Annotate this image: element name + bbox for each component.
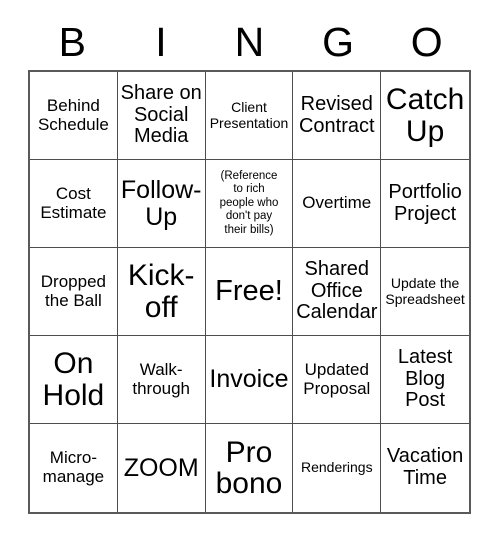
bingo-header-letter-g: G (322, 18, 355, 65)
bingo-cell-label: ZOOM (123, 453, 199, 482)
bingo-cell-label: Pro bono (215, 435, 283, 500)
bingo-cell[interactable]: Catch Up (381, 72, 469, 160)
bingo-cell-label: Revised Contract (298, 92, 375, 137)
bingo-cell[interactable]: Shared Office Calendar (293, 248, 382, 336)
bingo-cell[interactable]: Updated Proposal (293, 336, 382, 424)
bingo-cell[interactable]: Revised Contract (293, 72, 382, 160)
bingo-cell[interactable]: Follow- Up (117, 160, 206, 248)
bingo-cell[interactable]: Invoice (205, 336, 294, 424)
bingo-cell[interactable]: Walk- through (117, 336, 206, 424)
bingo-cell-label: Portfolio Project (388, 180, 462, 225)
bingo-cell-label: Catch Up (385, 83, 465, 148)
bingo-grid: Behind Schedule Share on Social Media Cl… (28, 70, 471, 514)
bingo-cell-label: Latest Blog Post (397, 346, 453, 412)
bingo-cell-label: Kick- off (127, 259, 195, 324)
bingo-cell[interactable]: Vacation Time (381, 424, 469, 512)
bingo-cell[interactable]: (Reference to rich people who don't pay … (205, 160, 294, 248)
bingo-cell-label: Follow- Up (120, 176, 202, 231)
bingo-cell-label: Micro- manage (42, 448, 105, 486)
bingo-cell[interactable]: Kick- off (117, 248, 206, 336)
bingo-cell[interactable]: Overtime (293, 160, 382, 248)
bingo-cell[interactable]: On Hold (30, 336, 118, 424)
bingo-cell-label: Invoice (209, 365, 289, 394)
bingo-cell[interactable]: Update the Spreadsheet (381, 248, 469, 336)
bingo-cell[interactable]: Latest Blog Post (381, 336, 469, 424)
bingo-header-letter-b: B (58, 18, 86, 65)
bingo-cell[interactable]: ZOOM (117, 424, 206, 512)
bingo-cell[interactable]: Client Presentation (205, 72, 294, 160)
bingo-header-letter-i: I (155, 18, 167, 65)
bingo-cell-label: Client Presentation (209, 98, 289, 131)
bingo-cell-label: Walk- through (132, 359, 191, 398)
bingo-cell[interactable]: Dropped the Ball (30, 248, 118, 336)
bingo-cell-label: Vacation Time (386, 445, 464, 489)
bingo-cell-label: Free! (215, 275, 283, 308)
bingo-cell[interactable]: Renderings (293, 424, 382, 512)
bingo-cell-label: Dropped the Ball (40, 271, 106, 310)
bingo-card: B I N G O Behind Schedule Share on Socia… (0, 0, 500, 544)
bingo-cell-label: (Reference to rich people who don't pay … (219, 169, 279, 236)
bingo-cell-label: On Hold (42, 347, 105, 412)
bingo-cell-label: Overtime (302, 193, 372, 213)
bingo-header-letter-n: N (234, 18, 265, 65)
bingo-cell[interactable]: Micro- manage (30, 424, 118, 512)
bingo-cell-label: Behind Schedule (37, 95, 109, 134)
bingo-cell-label: Update the Spreadsheet (385, 274, 465, 307)
bingo-cell[interactable]: Pro bono (205, 424, 294, 512)
bingo-cell-label: Updated Proposal (303, 359, 371, 398)
bingo-cell[interactable]: Share on Social Media (117, 72, 206, 160)
bingo-cell-label: Shared Office Calendar (296, 258, 378, 324)
bingo-cell-free[interactable]: Free! (205, 248, 294, 336)
bingo-cell-label: Renderings (300, 459, 373, 476)
bingo-cell[interactable]: Cost Estimate (30, 160, 118, 248)
bingo-cell-label: Cost Estimate (40, 183, 107, 222)
bingo-header-row: B I N G O (28, 14, 471, 70)
bingo-cell[interactable]: Portfolio Project (381, 160, 469, 248)
bingo-cell[interactable]: Behind Schedule (30, 72, 118, 160)
bingo-header-letter-o: O (410, 18, 443, 65)
bingo-cell-label: Share on Social Media (120, 82, 202, 148)
